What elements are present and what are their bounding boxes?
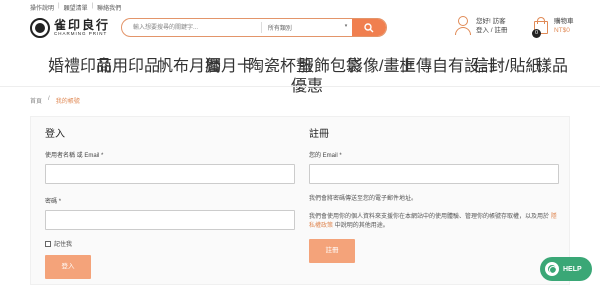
search-button[interactable] <box>352 19 386 36</box>
nav-item-label: 優惠 <box>291 78 324 95</box>
account-login-register[interactable]: 登入 / 註冊 <box>476 26 507 35</box>
search-icon <box>364 22 374 32</box>
nav-item-label: 信封/貼紙 <box>473 58 542 75</box>
shopping-bag-icon: 0 <box>532 16 550 38</box>
privacy-notice: 我們會使用你的個人資料來支援你在本網站中的使用體驗、管理你的帳號存取權，以及用於… <box>309 214 557 229</box>
nav-item-business[interactable]: 商用印品 ▾ <box>96 52 166 76</box>
email-field[interactable] <box>309 164 559 184</box>
user-icon <box>454 16 472 36</box>
site-header: 雀印良行 CHARMING PRINT 所有類別 ▾ 您好! 訪客 登入 / 註… <box>0 12 600 42</box>
password-label: 密碼 * <box>45 199 62 205</box>
logo-mark-icon <box>30 18 50 38</box>
help-button[interactable]: HELP <box>540 257 592 281</box>
category-select[interactable]: 所有類別 ▾ <box>262 23 352 32</box>
cart-label: 購物車 <box>554 18 574 25</box>
nav-item-offers[interactable]: 優惠 <box>291 72 323 96</box>
breadcrumb-separator: / <box>48 96 50 102</box>
account-greeting: 您好! 訪客 <box>476 18 506 25</box>
register-form: 註冊 您的 Email * 我們會將密碼傳送至您的電子郵件地址。 我們會使用你的… <box>309 125 559 263</box>
topbar-separator: | <box>58 3 60 9</box>
top-utility-bar: 操作說明 | 願望清單 | 聯絡我們 <box>0 0 600 12</box>
breadcrumb-home[interactable]: 首頁 <box>30 96 42 105</box>
cart-total: NT$0 <box>554 27 570 34</box>
remember-me[interactable]: 記住我 <box>45 239 295 248</box>
breadcrumb-current: 我的帳號 <box>55 99 80 105</box>
username-label: 使用者名稱 或 Email * <box>45 153 104 159</box>
breadcrumb: 首頁 / 我的帳號 <box>30 96 80 105</box>
account-panel: 登入 使用者名稱 或 Email * 密碼 * 記住我 登入 註冊 您的 Ema… <box>30 116 570 285</box>
help-button-label: HELP <box>563 265 582 273</box>
nav-item-label: 樣品 <box>536 58 569 75</box>
cart-text: 購物車 NT$0 <box>554 17 574 35</box>
login-title: 登入 <box>45 129 65 140</box>
cart-count-badge: 0 <box>532 29 541 38</box>
logo-main-text: 雀印良行 <box>54 18 111 32</box>
nav-item-monthly-card[interactable]: 獨月卡 <box>205 52 253 76</box>
nav-item-label: 商用印品 <box>96 58 161 75</box>
nav-item-label: 獨月卡 <box>205 58 254 75</box>
nav-divider <box>0 86 600 87</box>
search-bar: 所有類別 ▾ <box>121 18 387 37</box>
remember-me-checkbox[interactable] <box>45 240 51 247</box>
logo-text: 雀印良行 CHARMING PRINT <box>54 19 110 37</box>
chevron-down-icon: ▾ <box>344 23 348 29</box>
site-logo[interactable]: 雀印良行 CHARMING PRINT <box>30 18 110 38</box>
login-button[interactable]: 登入 <box>45 255 91 279</box>
register-button[interactable]: 註冊 <box>309 239 355 263</box>
remember-me-label: 記住我 <box>54 242 73 248</box>
password-notice: 我們會將密碼傳送至您的電子郵件地址。 <box>309 196 418 202</box>
email-label: 您的 Email * <box>309 153 342 159</box>
password-field[interactable] <box>45 210 295 230</box>
cart-link[interactable]: 0 購物車 NT$0 <box>532 16 574 38</box>
login-form: 登入 使用者名稱 或 Email * 密碼 * 記住我 登入 <box>45 125 295 279</box>
logo-sub-text: CHARMING PRINT <box>54 31 108 36</box>
lifebuoy-icon <box>545 262 559 276</box>
topbar-link-guide[interactable]: 操作說明 <box>30 3 54 12</box>
topbar-link-contact[interactable]: 聯絡我們 <box>97 3 121 12</box>
search-input[interactable] <box>122 19 261 36</box>
category-select-value: 所有類別 <box>267 26 292 32</box>
register-title: 註冊 <box>309 129 329 140</box>
topbar-separator: | <box>91 3 94 9</box>
account-text: 您好! 訪客 登入 / 註冊 <box>476 17 507 35</box>
topbar-link-wishlist[interactable]: 願望清單 <box>64 3 88 12</box>
nav-item-samples[interactable]: 樣品 <box>536 52 568 76</box>
account-link[interactable]: 您好! 訪客 登入 / 註冊 <box>454 16 507 36</box>
username-field[interactable] <box>45 164 295 184</box>
